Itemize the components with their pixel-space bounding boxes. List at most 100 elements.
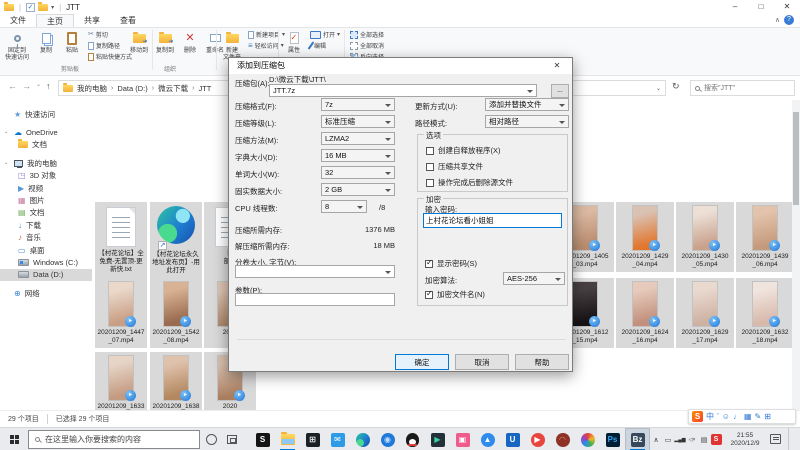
sogou-skin-icon[interactable]: ✎ <box>755 410 762 423</box>
file-item[interactable]: 【村花论坛】全免费-无置顶-更新快.txt <box>95 202 147 284</box>
taskbar-app-edge-icon[interactable] <box>350 428 375 450</box>
properties-button[interactable]: ✓ 属性 <box>282 30 306 55</box>
show-password-checkbox[interactable]: ✓ 显示密码(S) <box>425 258 477 269</box>
browse-button[interactable]: ... <box>551 84 569 98</box>
file-item[interactable]: ▸20201209_1542_08.mp4 <box>150 278 202 348</box>
sidebar-item-onedrive[interactable]: ⌄☁OneDrive <box>0 126 92 138</box>
sogou-keyboard-icon[interactable]: ▦ <box>744 410 752 423</box>
back-button[interactable]: ← <box>8 81 17 91</box>
tray-sogou-tray-icon[interactable]: S <box>710 428 722 450</box>
file-item[interactable]: ▸20201209_1447_07.mp4 <box>95 278 147 348</box>
help-button[interactable]: 帮助 <box>515 354 569 370</box>
taskbar-app-s-app-icon[interactable]: S <box>250 428 275 450</box>
forward-button[interactable]: → <box>22 81 31 91</box>
dialog-field-combo[interactable]: 32 <box>321 166 395 179</box>
sidebar-item--[interactable]: ↓下载 <box>0 219 92 231</box>
recent-locations-caret-icon[interactable]: ⌄ <box>36 81 41 88</box>
dialog-field-combo[interactable]: 16 MB <box>321 149 395 162</box>
crumb-this-pc[interactable]: 我的电脑 <box>77 83 107 94</box>
dialog-field-combo[interactable]: 8 <box>321 200 367 213</box>
taskbar-app-qq-icon[interactable] <box>400 428 425 450</box>
vertical-scrollbar[interactable] <box>792 100 800 410</box>
ok-button[interactable]: 确定 <box>395 354 449 370</box>
option-checkbox[interactable]: ✓创建自释放程序(X) <box>426 145 501 156</box>
expander-icon[interactable]: ⌄ <box>4 160 8 166</box>
properties-quick-icon[interactable]: ✓ <box>26 3 35 12</box>
file-item[interactable]: ▸20201209_1430_05.mp4 <box>676 202 734 272</box>
dialog-field-combo[interactable]: LZMA2 <box>321 132 395 145</box>
crumb-drive-d[interactable]: Data (D:) <box>117 84 147 93</box>
taskbar-app-ps-icon[interactable]: Ps <box>600 428 625 450</box>
taskbar-app-archiver-icon[interactable]: Bz <box>625 428 650 450</box>
taskbar-app-pink-app-icon[interactable]: ▣ <box>450 428 475 450</box>
taskbar-clock[interactable]: 21:55 2020/12/9 <box>722 428 768 450</box>
path-mode-combo[interactable]: 相对路径 <box>485 115 569 128</box>
update-mode-combo[interactable]: 添加并替换文件 <box>485 98 569 111</box>
copy-to-button[interactable]: ➜ 复制到 <box>153 30 177 55</box>
taskbar-app-netdisk-icon[interactable]: ▲ <box>475 428 500 450</box>
taskbar-app-pinwheel-icon[interactable] <box>575 428 600 450</box>
sidebar-item--[interactable]: ▶视频 <box>0 182 92 194</box>
up-button[interactable]: ↑ <box>46 81 51 91</box>
dialog-field-combo[interactable]: 标准压缩 <box>321 115 395 128</box>
tray-volume-muted-icon[interactable]: ◁× <box>686 428 698 450</box>
sidebar-item--[interactable]: ⌄我的电脑 <box>0 157 92 169</box>
cut-button[interactable]: ✂剪切 <box>88 30 108 39</box>
taskbar-app-u-app-icon[interactable]: U <box>500 428 525 450</box>
password-input[interactable] <box>423 213 562 228</box>
file-item[interactable]: ▸20201209_1629_17.mp4 <box>676 278 734 348</box>
start-button[interactable] <box>0 428 28 450</box>
tray-touch-keyboard-icon[interactable]: ▭ <box>662 428 674 450</box>
crumb-weiyun-download[interactable]: 微云下载 <box>158 83 188 94</box>
expander-icon[interactable]: ⌄ <box>4 129 8 135</box>
qat-customize-caret-icon[interactable]: ▾ <box>51 4 54 11</box>
ribbon-collapse-icon[interactable]: ∧ <box>775 16 780 24</box>
cortana-icon[interactable] <box>206 434 217 445</box>
delete-button[interactable]: ✕ 删除 <box>179 30 201 55</box>
volume-size-combo[interactable] <box>235 265 395 278</box>
paste-shortcut-button[interactable]: 粘贴快捷方式 <box>88 52 132 61</box>
new-folder-quick-icon[interactable] <box>38 4 48 11</box>
sidebar-item-windows-c-[interactable]: Windows (C:) <box>0 256 92 268</box>
maximize-button[interactable]: □ <box>748 0 774 14</box>
file-item[interactable]: ▸20201209_1624_16.mp4 <box>616 278 674 348</box>
task-view-icon[interactable] <box>227 435 237 444</box>
sidebar-item-data-d-[interactable]: Data (D:) <box>0 269 92 281</box>
sogou-mic-icon[interactable]: ♩ <box>733 410 741 423</box>
dialog-field-combo[interactable]: 7z <box>321 98 395 111</box>
tab-view[interactable]: 查看 <box>110 14 146 27</box>
taskbar-app-mail-icon[interactable]: ✉ <box>325 428 350 450</box>
taskbar-search-input[interactable]: 在这里输入你要搜索的内容 <box>28 430 200 449</box>
refresh-icon[interactable]: ↻ <box>672 81 680 92</box>
file-item[interactable]: ▸20201209_1429_04.mp4 <box>616 202 674 272</box>
file-item[interactable]: ↗【村花论坛永久地址发布页】-用此打开 <box>150 202 202 284</box>
taskbar-app-video-red-icon[interactable]: ▶ <box>525 428 550 450</box>
tab-home[interactable]: 主页 <box>36 14 74 27</box>
close-button[interactable]: ✕ <box>774 0 800 14</box>
sogou-toolbox-icon[interactable]: ⊞ <box>764 410 771 423</box>
show-desktop-button[interactable] <box>788 428 789 450</box>
sidebar-item--[interactable]: ★快速访问 <box>0 108 92 120</box>
paste-button[interactable]: 粘贴 <box>60 30 84 55</box>
taskbar-app-media-disc-icon[interactable]: ◉ <box>375 428 400 450</box>
select-none-button[interactable]: 全部取消 <box>350 41 384 50</box>
sidebar-item--[interactable]: ▦图片 <box>0 194 92 206</box>
minimize-button[interactable]: – <box>722 0 748 14</box>
select-all-button[interactable]: 全部选择 <box>350 30 384 39</box>
file-item[interactable]: ▸20201209_1439_06.mp4 <box>736 202 794 272</box>
encrypt-filenames-checkbox[interactable]: ✓ 加密文件名(N) <box>425 289 485 300</box>
tray-network-icon[interactable]: ▂▄▆ <box>674 428 686 450</box>
parameters-input[interactable] <box>235 293 395 306</box>
pin-to-quick-access-button[interactable]: 固定到快速访问 <box>2 30 32 62</box>
sogou-emoji-icon[interactable]: ☺ <box>722 410 730 423</box>
sidebar-item--[interactable]: 文档 <box>0 139 92 151</box>
taskbar-app-player-icon[interactable]: ▶ <box>425 428 450 450</box>
taskbar-app-maroon-app-icon[interactable]: ◠ <box>550 428 575 450</box>
crumb-jtt[interactable]: JTT <box>198 84 211 93</box>
sogou-punct-icon[interactable]: ’ <box>717 410 719 423</box>
cancel-button[interactable]: 取消 <box>455 354 509 370</box>
tray-ime-icon[interactable]: ▤ <box>698 428 710 450</box>
archive-name-combo[interactable]: JTT.7z <box>269 84 537 97</box>
tray-hidden-icons-icon[interactable]: ∧ <box>650 428 662 450</box>
address-dropdown-icon[interactable]: ⌄ <box>656 85 661 92</box>
